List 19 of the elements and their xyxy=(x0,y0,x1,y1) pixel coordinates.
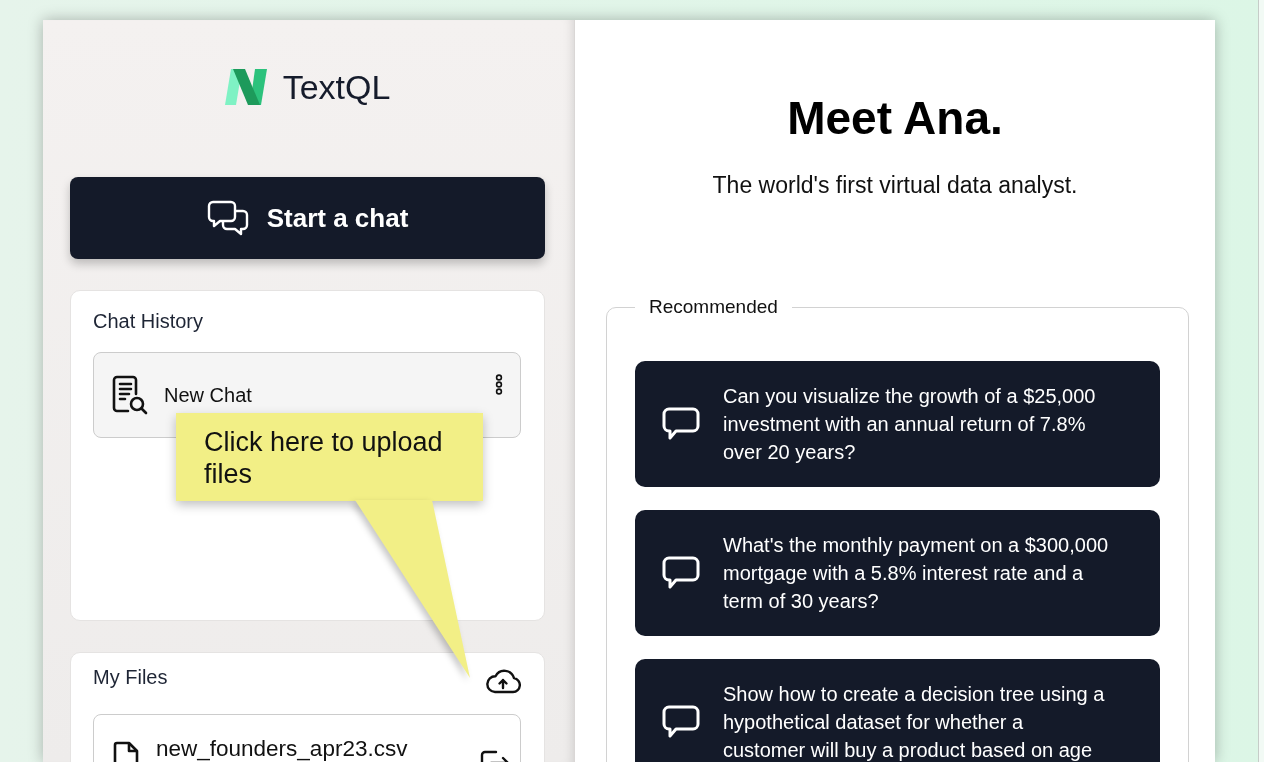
more-options-icon[interactable] xyxy=(495,374,503,395)
chat-bubble-icon xyxy=(662,705,700,739)
panel-title: My Files xyxy=(93,665,168,689)
panel-title: Chat History xyxy=(93,309,204,333)
prompt-card[interactable]: Can you visualize the growth of a $25,000 investment with an annual return of 7.8% over 20 years? xyxy=(635,361,1160,487)
file-item[interactable]: new_founders_apr23.csv xyxy=(93,714,521,762)
chat-bubble-icon xyxy=(662,556,700,590)
main-heading: Meet Ana. xyxy=(787,91,1003,145)
start-chat-button[interactable]: Start a chat xyxy=(70,177,545,259)
chat-bubbles-icon xyxy=(206,200,249,236)
group-title: Recommended xyxy=(648,296,779,318)
prompt-card[interactable]: Show how to create a decision tree using a hypothetical dataset for whether a customer will buy a product based on age xyxy=(635,659,1160,762)
callout: Click here to upload files xyxy=(176,413,483,501)
chat-bubble-icon xyxy=(662,407,700,441)
logo-icon xyxy=(224,69,267,105)
logo-text: TextQL xyxy=(282,69,391,105)
file-search-icon xyxy=(112,375,148,415)
subtitle: The world's first virtual data analyst. xyxy=(712,171,1078,200)
prompt-card[interactable]: What's the monthly payment on a $300,000 mortgage with a 5.8% interest rate and a term of 30 years? xyxy=(635,510,1160,636)
